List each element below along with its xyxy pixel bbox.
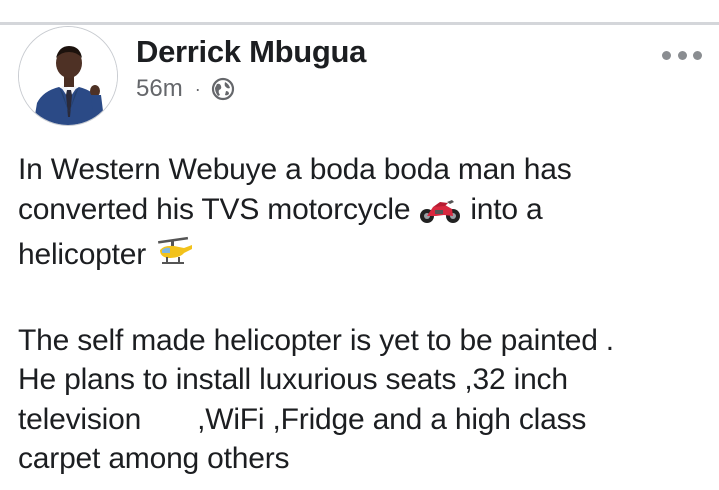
post-line: carpet among others [18,442,290,475]
meta-separator: · [194,78,201,99]
more-options-button[interactable] [662,48,702,62]
globe-icon[interactable] [211,77,235,101]
post-line: In Western Webuye a boda boda man has [18,153,572,186]
post-line: helicopter [18,238,147,271]
top-divider [0,22,719,25]
post-text: In Western Webuye a boda boda man has co… [18,150,713,479]
helicopter-icon [154,236,194,281]
more-horizontal-icon-dot [693,50,702,60]
post-line: converted his TVS motorcycle [18,192,411,226]
post-meta: 56m · [136,74,235,104]
post-timestamp[interactable]: 56m [136,75,183,103]
post-line: television [18,402,142,436]
more-horizontal-icon-dot [662,50,671,60]
post-line: He plans to install luxurious seats ,32 … [18,363,568,396]
post-line: The self made helicopter is yet to be pa… [18,323,614,357]
post-paragraph: The self made helicopter is yet to be pa… [18,321,713,479]
post-paragraph: In Western Webuye a boda boda man has co… [18,150,713,281]
post-line: ,WiFi ,Fridge and a high class [197,402,587,436]
post-header: Derrick Mbugua 56m · [18,26,708,126]
avatar[interactable] [18,26,118,126]
motorcycle-icon [418,195,462,236]
author-name[interactable]: Derrick Mbugua [136,34,366,70]
more-horizontal-icon-dot [677,50,687,60]
avatar-image [19,27,117,125]
post-line: into a [470,192,543,226]
